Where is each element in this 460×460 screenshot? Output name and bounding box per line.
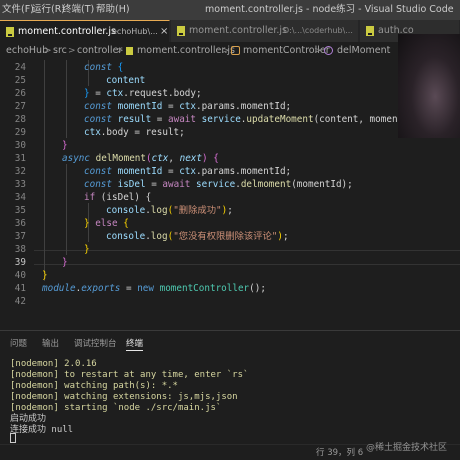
- tab-label: moment.controller.js: [189, 25, 287, 36]
- tab-description: echoHub\...: [112, 27, 158, 36]
- menu-help[interactable]: 帮助(H): [96, 0, 130, 20]
- indent-guide: [66, 60, 67, 138]
- line-number: 26: [14, 88, 26, 99]
- tab-output[interactable]: 输出: [42, 337, 59, 351]
- breadcrumb-item[interactable]: echoHub: [6, 42, 48, 60]
- breadcrumb-item[interactable]: delMoment: [337, 42, 390, 60]
- menu-file[interactable]: 文件(F): [2, 0, 34, 20]
- code-line: async delMoment(ctx, next) {: [62, 153, 219, 164]
- tab-problems[interactable]: 问题: [10, 337, 27, 351]
- terminal-line: [nodemon] 2.0.16: [10, 359, 97, 369]
- menu-run[interactable]: 运行(R): [32, 0, 65, 20]
- menu-terminal[interactable]: 终端(T): [62, 0, 94, 20]
- indent-guide: [44, 60, 45, 281]
- code-line: console.log("您没有权限删除该评论");: [106, 231, 289, 242]
- line-number: 35: [14, 205, 26, 216]
- code-line: } else {: [84, 218, 129, 229]
- terminal-line: [nodemon] starting `node ./src/main.js`: [10, 403, 222, 413]
- breadcrumb-item[interactable]: moment.controller.js: [137, 42, 235, 60]
- code-line: module.exports = new momentController();: [42, 283, 266, 294]
- code-line: const result = await service.updateMomen…: [84, 114, 426, 125]
- line-number: 41: [14, 283, 26, 294]
- editor-tab-bar: moment.controller.js echoHub\... × momen…: [0, 20, 460, 42]
- code-line: }: [42, 270, 48, 281]
- tab-moment-controller-active[interactable]: moment.controller.js echoHub\... ×: [0, 20, 170, 42]
- code-line: }: [62, 140, 68, 151]
- title-bar: 文件(F) 运行(R) 终端(T) 帮助(H) moment.controlle…: [0, 0, 460, 20]
- code-line: ctx.body = result;: [84, 127, 185, 138]
- code-line: }: [62, 257, 68, 268]
- line-number: 40: [14, 270, 26, 281]
- chevron-right-icon: >: [44, 46, 52, 56]
- terminal-line: 启动成功: [10, 414, 47, 424]
- line-number: 37: [14, 231, 26, 242]
- code-line: console.log("删除成功");: [106, 205, 233, 216]
- code-line: if (isDel) {: [84, 192, 152, 203]
- watermark-text: @稀土掘金技术社区: [366, 443, 448, 453]
- line-number: 34: [14, 192, 26, 203]
- code-line: }: [84, 244, 90, 255]
- code-line: const {: [84, 62, 124, 73]
- bottom-panel: 问题 输出 调试控制台 终端 [nodemon] 2.0.16 [nodemon…: [0, 330, 460, 444]
- terminal-line: [nodemon] to restart at any time, enter …: [10, 370, 249, 380]
- method-icon: [324, 46, 333, 55]
- tab-terminal[interactable]: 终端: [126, 337, 144, 351]
- line-number: 28: [14, 114, 26, 125]
- tab-debug-console[interactable]: 调试控制台: [74, 337, 117, 351]
- video-overlay: [398, 34, 460, 138]
- line-number: 31: [14, 153, 26, 164]
- js-file-icon: [366, 26, 374, 36]
- breadcrumb-item[interactable]: src: [53, 42, 67, 60]
- code-line: content: [106, 75, 146, 86]
- tab-moment-controller-other[interactable]: moment.controller.js D:\...\coderhub\...: [171, 20, 359, 42]
- close-icon[interactable]: ×: [160, 21, 168, 42]
- line-number: 33: [14, 179, 26, 190]
- line-number: 29: [14, 127, 26, 138]
- cursor-position[interactable]: 行 39，列 6: [316, 445, 363, 460]
- terminal-line: [nodemon] watching extensions: js,mjs,js…: [10, 392, 238, 402]
- tab-description: D:\...\coderhub\...: [283, 26, 353, 35]
- terminal-line: 连接成功 null: [10, 425, 74, 435]
- line-number: 42: [14, 296, 26, 307]
- code-line: const momentId = ctx.params.momentId;: [84, 166, 292, 177]
- js-file-icon: [177, 26, 185, 36]
- breadcrumb: echoHub > src > controller > moment.cont…: [0, 42, 460, 60]
- code-line: const momentId = ctx.params.momentId;: [84, 101, 292, 112]
- line-number: 27: [14, 101, 26, 112]
- code-editor[interactable]: 24 25 26 27 28 29 30 31 32 33 34 35 36 3…: [0, 60, 460, 330]
- chevron-right-icon: >: [222, 46, 230, 56]
- terminal-cursor[interactable]: [10, 433, 16, 443]
- line-number: 32: [14, 166, 26, 177]
- chevron-right-icon: >: [314, 46, 322, 56]
- line-number: 24: [14, 62, 26, 73]
- line-number: 25: [14, 75, 26, 86]
- chevron-right-icon: >: [68, 46, 76, 56]
- code-line: const isDel = await service.delmoment(mo…: [84, 179, 353, 190]
- terminal-line: [nodemon] watching path(s): *.*: [10, 381, 178, 391]
- js-file-icon: [6, 27, 14, 37]
- chevron-right-icon: >: [116, 46, 124, 56]
- line-number: 36: [14, 218, 26, 229]
- line-number: 38: [14, 244, 26, 255]
- indent-guide: [66, 164, 67, 255]
- line-number: 30: [14, 140, 26, 151]
- line-number: 39: [14, 257, 26, 268]
- window-title: moment.controller.js - node练习 - Visual S…: [205, 4, 454, 15]
- tab-label: moment.controller.js: [18, 26, 116, 37]
- class-icon: [231, 46, 240, 55]
- code-line: } = ctx.request.body;: [84, 88, 202, 99]
- current-line-highlight: [34, 250, 460, 265]
- js-file-icon: [126, 47, 133, 55]
